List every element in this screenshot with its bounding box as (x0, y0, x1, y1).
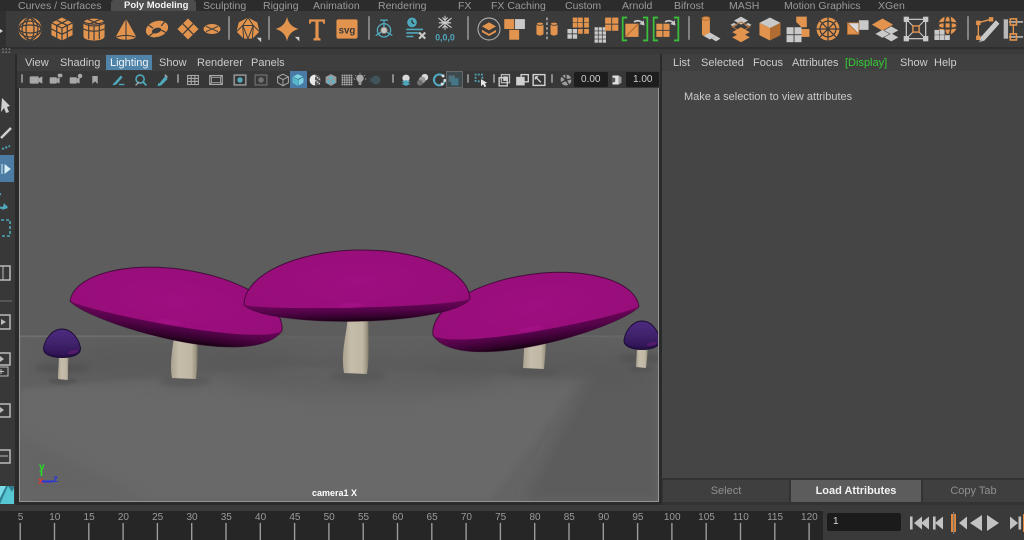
svg-text:25: 25 (152, 512, 164, 523)
svg-text:30: 30 (186, 512, 198, 523)
svg-text:55: 55 (358, 512, 370, 523)
svg-text:40: 40 (255, 512, 267, 523)
svg-text:10: 10 (49, 512, 61, 523)
svg-text:65: 65 (427, 512, 439, 523)
svg-text:115: 115 (767, 512, 783, 523)
svg-text:z: z (53, 474, 58, 485)
svg-text:85: 85 (564, 512, 576, 523)
svg-text:60: 60 (392, 512, 404, 523)
svg-text:120: 120 (801, 512, 818, 523)
svg-text:20: 20 (118, 512, 130, 523)
svg-text:90: 90 (598, 512, 610, 523)
svg-text:y: y (39, 462, 45, 473)
svg-text:80: 80 (529, 512, 541, 523)
svg-text:0,0,0: 0,0,0 (435, 32, 455, 42)
svg-text:95: 95 (632, 512, 644, 523)
svg-text:15: 15 (84, 512, 96, 523)
svg-text:50: 50 (324, 512, 336, 523)
svg-text:105: 105 (698, 512, 715, 523)
svg-text:100: 100 (664, 512, 681, 523)
svg-text:5: 5 (18, 512, 24, 523)
svg-text:camera1 X: camera1 X (312, 488, 357, 498)
svg-text:75: 75 (495, 512, 507, 523)
svg-text:45: 45 (289, 512, 301, 523)
svg-text:70: 70 (461, 512, 473, 523)
svg-text:110: 110 (733, 512, 749, 523)
svg-text:35: 35 (221, 512, 233, 523)
svg-text:svg: svg (339, 25, 356, 36)
